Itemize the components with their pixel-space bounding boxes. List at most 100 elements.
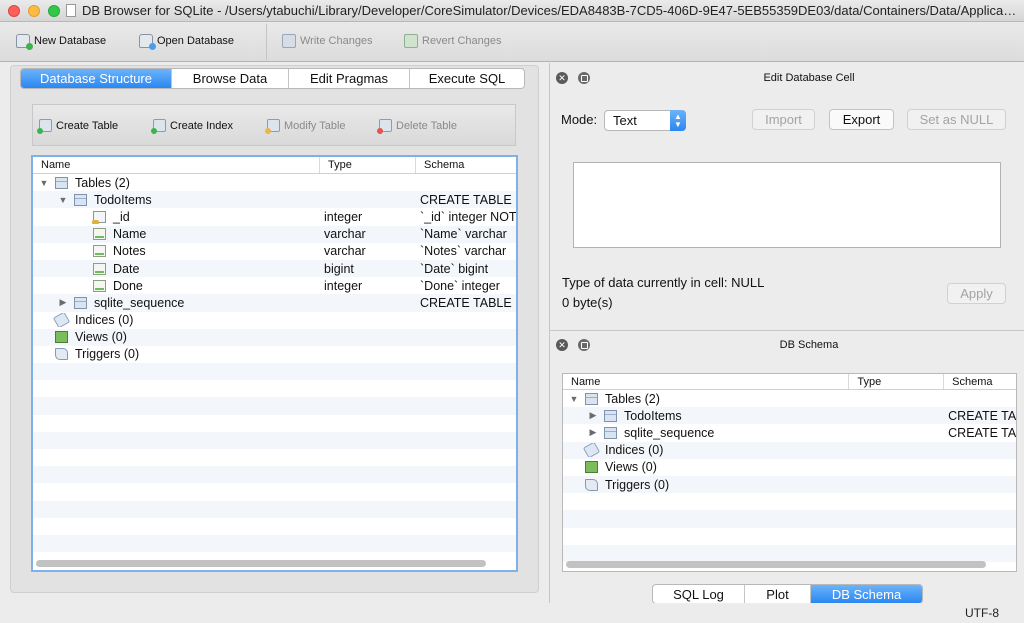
schema-horizontal-scrollbar[interactable] [566, 561, 986, 568]
tree-cell-type: varchar [324, 244, 366, 259]
tab-edit-pragmas[interactable]: Edit Pragmas [289, 69, 410, 88]
document-icon [66, 4, 76, 17]
tree-row[interactable]: ▶ sqlite_sequence CREATE TABLE [33, 294, 516, 312]
schema-column-header-schema[interactable]: Schema [944, 374, 1016, 389]
tab-database-structure[interactable]: Database Structure [21, 69, 172, 88]
table-icon [74, 193, 87, 206]
column-header-name[interactable]: Name [33, 157, 320, 173]
empty-row [563, 510, 1016, 528]
column-header-type[interactable]: Type [320, 157, 416, 173]
structure-tree[interactable]: Name Type Schema ▼ Tables (2) ▼ TodoItems CR… [31, 155, 518, 572]
tree-cell-name: Indices (0) [33, 313, 320, 328]
create-table-icon [37, 119, 52, 134]
open-database-button[interactable]: Open Database [139, 34, 234, 50]
tree-cell-schema: CREATE TABLE [420, 192, 512, 207]
table-icon [55, 176, 68, 189]
structure-toolbar: Create Table Create Index Modify Table D… [32, 104, 516, 146]
new-database-label: New Database [34, 35, 107, 47]
empty-row [33, 500, 516, 518]
tree-row[interactable]: ▶ sqlite_sequence CREATE TA [563, 424, 1016, 441]
tab-browse-data[interactable]: Browse Data [172, 69, 289, 88]
mode-label: Mode: [561, 112, 598, 127]
create-index-button[interactable]: Create Index [151, 119, 233, 134]
close-dock-icon[interactable]: ✕ [556, 72, 568, 84]
disclosure-expanded-icon[interactable]: ▼ [58, 195, 68, 205]
schema-tree[interactable]: Name Type Schema ▼ Tables (2) ▶ TodoItems CR… [562, 373, 1017, 572]
mode-select[interactable]: Text ▲ ▼ [604, 110, 686, 131]
tree-cell-name: _id [33, 210, 320, 224]
modify-table-button[interactable]: Modify Table [265, 119, 346, 134]
minimize-window-icon[interactable] [28, 5, 40, 17]
dock-splitter[interactable] [550, 330, 1024, 331]
tree-row[interactable]: ▶ TodoItems CREATE TA [563, 407, 1016, 425]
close-window-icon[interactable] [8, 5, 20, 17]
encoding-indicator: UTF-8 [965, 606, 999, 620]
modify-table-label: Modify Table [284, 119, 346, 132]
tree-row[interactable]: Views (0) [563, 459, 1016, 476]
field-icon [93, 245, 106, 258]
schema-rows: ▼ Tables (2) ▶ TodoItems CREATE TA ▶ sqlite_se… [563, 390, 1016, 562]
float-schema-dock-icon[interactable] [578, 339, 590, 351]
empty-row [563, 544, 1016, 562]
tree-cell-name: Date [33, 262, 320, 276]
field-icon [93, 279, 106, 292]
float-dock-icon[interactable] [578, 72, 590, 84]
disclosure-expanded-icon[interactable]: ▼ [569, 394, 579, 404]
tab-db-schema[interactable]: DB Schema [811, 585, 922, 603]
tree-row[interactable]: ▼ Tables (2) [563, 390, 1016, 407]
create-table-button[interactable]: Create Table [37, 119, 118, 134]
export-button[interactable]: Export [829, 109, 894, 130]
tree-row[interactable]: Done integer `Done` integer [33, 277, 516, 294]
tree-row[interactable]: Triggers (0) [33, 346, 516, 363]
disclosure-expanded-icon[interactable]: ▼ [39, 178, 49, 188]
empty-row [33, 518, 516, 535]
new-database-button[interactable]: New Database [16, 34, 107, 50]
schema-column-header-type[interactable]: Type [849, 374, 945, 389]
tree-row[interactable]: Indices (0) [33, 312, 516, 329]
tree-cell-schema: `Date` bigint [420, 261, 489, 276]
apply-button[interactable]: Apply [947, 283, 1006, 304]
tab-execute-sql[interactable]: Execute SQL [410, 69, 524, 88]
import-button[interactable]: Import [752, 109, 815, 130]
cell-editor[interactable] [573, 162, 1001, 248]
tree-row[interactable]: _id integer `_id` integer NOT [33, 208, 516, 225]
set-null-button[interactable]: Set as NULL [907, 109, 1006, 130]
tree-cell-name: ▶ TodoItems [563, 409, 849, 423]
tree-row[interactable]: Name varchar `Name` varchar [33, 225, 516, 243]
tab-sql-log[interactable]: SQL Log [653, 585, 745, 603]
write-changes-icon [282, 34, 296, 48]
pane-splitter[interactable] [549, 63, 550, 603]
tree-row[interactable]: ▼ Tables (2) [33, 174, 516, 191]
horizontal-scrollbar[interactable] [36, 560, 486, 567]
tree-row[interactable]: Indices (0) [563, 441, 1016, 459]
tree-cell-name: Notes [33, 244, 320, 258]
field-icon [93, 262, 106, 275]
create-index-icon [151, 119, 166, 134]
field-icon [93, 228, 106, 241]
tree-cell-schema: `Name` varchar [420, 227, 507, 242]
tab-plot[interactable]: Plot [745, 585, 811, 603]
table-icon [604, 426, 617, 439]
disclosure-collapsed-icon[interactable]: ▶ [588, 427, 598, 438]
revert-changes-button[interactable]: Revert Changes [404, 34, 502, 48]
delete-table-button[interactable]: Delete Table [377, 119, 457, 134]
write-changes-label: Write Changes [300, 35, 373, 47]
schema-column-header-name[interactable]: Name [563, 374, 850, 389]
tree-row[interactable]: Triggers (0) [563, 475, 1016, 494]
title-bar: DB Browser for SQLite - /Users/ytabuchi/… [0, 0, 1024, 22]
write-changes-button[interactable]: Write Changes [282, 34, 373, 48]
tree-row[interactable]: ▼ TodoItems CREATE TABLE [33, 191, 516, 209]
disclosure-collapsed-icon[interactable]: ▶ [588, 410, 598, 421]
db-schema-title: DB Schema [779, 339, 839, 351]
tree-row[interactable]: Notes varchar `Notes` varchar [33, 243, 516, 260]
disclosure-collapsed-icon[interactable]: ▶ [58, 297, 68, 308]
tree-row[interactable]: Views (0) [33, 328, 516, 346]
tree-cell-name: Indices (0) [563, 443, 849, 458]
close-schema-dock-icon[interactable]: ✕ [556, 339, 568, 351]
tree-cell-schema: `Notes` varchar [420, 244, 507, 259]
zoom-window-icon[interactable] [48, 5, 60, 17]
column-header-schema[interactable]: Schema [416, 157, 516, 173]
tree-row[interactable]: Date bigint `Date` bigint [33, 259, 516, 278]
tree-cell-type: bigint [324, 261, 354, 276]
empty-row [33, 415, 516, 432]
